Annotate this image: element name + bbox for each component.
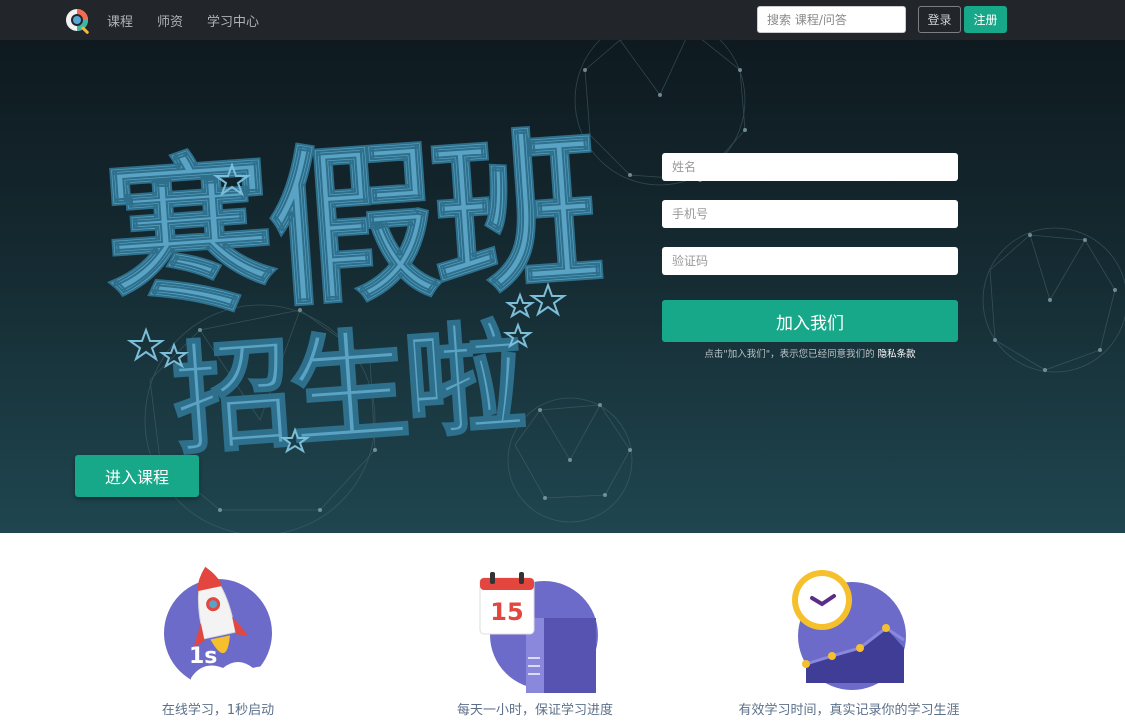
phone-field[interactable] — [662, 200, 958, 228]
search-input[interactable] — [757, 6, 906, 33]
rocket-icon: 1s — [164, 566, 273, 688]
join-us-button[interactable]: 加入我们 — [662, 300, 958, 342]
feature-online-learning: 1s 在线学习，1秒启动 — [88, 558, 348, 724]
login-button[interactable]: 登录 — [918, 6, 961, 33]
title-line2: 招生啦 — [169, 309, 528, 472]
feature-label: 每天一小时，保证学习进度 — [456, 703, 613, 718]
privacy-policy-link[interactable]: 隐私条款 — [878, 349, 916, 360]
nav-courses[interactable]: 课程 — [107, 11, 133, 30]
page: 课程 师资 学习中心 登录 注册 — [0, 0, 1125, 724]
register-button[interactable]: 注册 — [964, 6, 1007, 33]
main-nav: 课程 师资 学习中心 — [107, 0, 283, 40]
feature-daily-hour: 15 每天一小时，保证学习进度 — [405, 558, 665, 724]
rocket-badge: 1s — [189, 644, 217, 669]
logo-icon[interactable] — [63, 4, 95, 36]
top-navbar: 课程 师资 学习中心 登录 注册 — [0, 0, 1125, 40]
feature-label: 在线学习，1秒启动 — [161, 703, 275, 718]
promo-title-graphic: 寒假班 招生啦 — [97, 110, 606, 473]
nav-learning-center[interactable]: 学习中心 — [207, 11, 259, 30]
name-field[interactable] — [662, 153, 958, 181]
nav-teachers[interactable]: 师资 — [157, 11, 183, 30]
calendar-day: 15 — [490, 598, 523, 626]
calendar-icon: 15 — [479, 572, 598, 693]
feature-study-record: 有效学习时间，真实记录你的学习生涯 — [719, 558, 979, 724]
verification-code-field[interactable] — [662, 247, 958, 275]
agreement-text: 点击"加入我们"，表示您已经同意我们的 — [704, 349, 875, 360]
feature-label: 有效学习时间，真实记录你的学习生涯 — [738, 703, 960, 718]
hero-banner: 寒假班 招生啦 加入我们 点击"加入我们"，表示您已经同意我们的 隐私条款 进入… — [0, 40, 1125, 533]
clock-chart-icon — [792, 570, 906, 690]
agreement-notice: 点击"加入我们"，表示您已经同意我们的 隐私条款 — [662, 346, 958, 360]
enter-course-button[interactable]: 进入课程 — [75, 455, 199, 497]
title-line1: 寒假班 — [98, 111, 605, 343]
